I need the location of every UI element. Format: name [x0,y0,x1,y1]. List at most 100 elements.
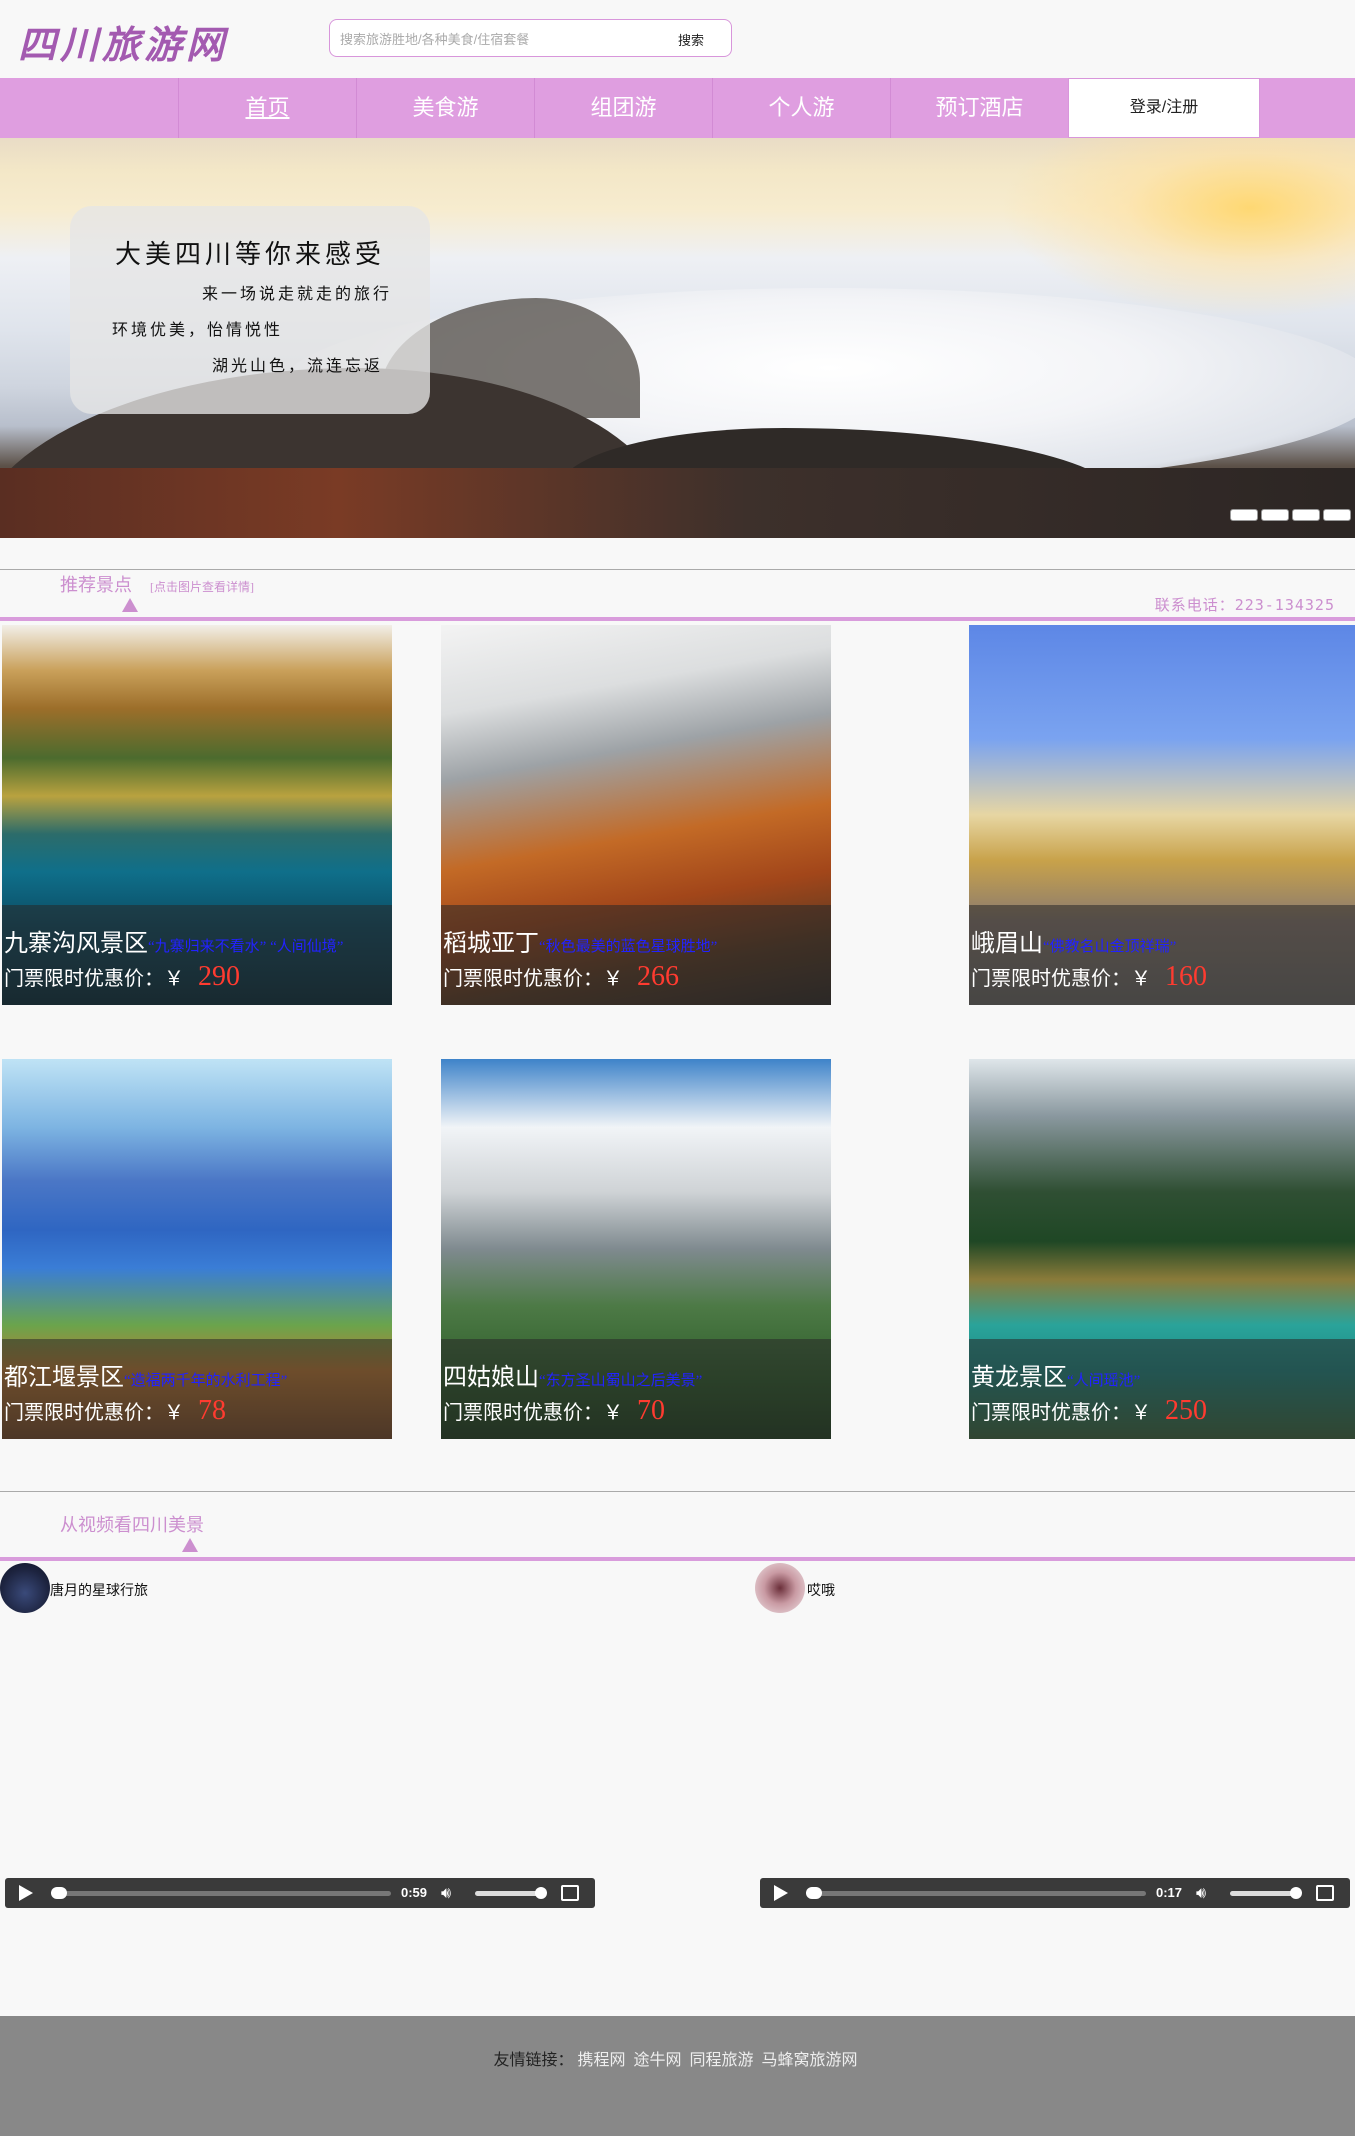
price-label: 门票限时优惠价：￥ [443,968,623,990]
seek-bar[interactable] [806,1891,1146,1896]
avatar[interactable] [755,1563,805,1613]
volume-icon[interactable]: 🔊︎ [441,1885,451,1901]
avatar[interactable] [0,1563,50,1613]
spot-slogan: “九寨归来不看水” “人间仙境” [148,939,344,955]
spot-caption: 九寨沟风景区“九寨归来不看水” “人间仙境” 门票限时优惠价：￥ 290 [2,905,392,1005]
banner-line-1: 来一场说走就走的旅行 [202,284,393,303]
seek-handle[interactable] [51,1887,67,1899]
seek-handle[interactable] [806,1887,822,1899]
link-tuniu[interactable]: 途牛网 [633,2052,681,2069]
price-label: 门票限时优惠价：￥ [4,1402,184,1424]
spot-card-huanglong[interactable]: 黄龙景区“人间瑶池” 门票限时优惠价：￥ 250 [969,1059,1355,1439]
video-header-1: 唐月的星球行旅 [0,1563,400,1613]
volume-icon[interactable]: 🔊︎ [1196,1885,1206,1901]
section-divider [0,1491,1355,1492]
price-label: 门票限时优惠价：￥ [4,968,184,990]
spot-price: 门票限时优惠价：￥ 78 [4,1395,226,1427]
site-logo[interactable]: 四川旅游网 [18,14,228,69]
video-author[interactable]: 唐月的星球行旅 [50,1580,148,1600]
spot-name-text: 都江堰景区 [4,1365,124,1391]
spot-name: 黄龙景区“人间瑶池” [971,1357,1140,1392]
spot-name: 都江堰景区“造福两千年的水利工程” [4,1357,287,1392]
spot-name: 稻城亚丁“秋色最美的蓝色星球胜地” [443,923,717,958]
recommend-title: 推荐景点 [60,575,132,595]
search-button[interactable]: 搜索 [661,28,721,50]
video-time: 0:59 [401,1885,428,1900]
video-player-1: 0:59 🔊︎ [5,1878,595,1908]
page: 四川旅游网 搜索 首页 美食游 组团游 个人游 预订酒店 登录/注册 大美四川等… [0,0,1355,2136]
spot-slogan: “造福两千年的水利工程” [124,1373,288,1389]
slide-dot[interactable] [1261,509,1289,521]
price-label: 门票限时优惠价：￥ [971,968,1151,990]
link-ctrip[interactable]: 携程网 [577,2052,625,2069]
nav-item-food-tour[interactable]: 美食游 [356,78,534,138]
price-value: 160 [1165,961,1207,992]
price-value: 290 [198,961,240,992]
nav-item-hotel[interactable]: 预订酒店 [890,78,1068,138]
login-register-button[interactable]: 登录/注册 [1068,78,1260,138]
volume-handle[interactable] [535,1887,547,1899]
spot-card-jiuzhaigou[interactable]: 九寨沟风景区“九寨归来不看水” “人间仙境” 门票限时优惠价：￥ 290 [2,625,392,1005]
recommend-hint: [点击图片查看详情] [150,580,254,594]
spot-name-text: 黄龙景区 [971,1365,1067,1391]
spot-name-text: 九寨沟风景区 [4,931,148,957]
friend-links: 友情链接： 携程网 途牛网 同程旅游 马蜂窝旅游网 [0,2046,1355,2070]
video-player-2: 0:17 🔊︎ [760,1878,1350,1908]
spot-card-emeishan[interactable]: 峨眉山“佛教名山金顶祥瑞” 门票限时优惠价：￥ 160 [969,625,1355,1005]
video-section-title: 从视频看四川美景 [60,1515,204,1535]
spot-slogan: “秋色最美的蓝色星球胜地” [539,939,718,955]
nav-item-solo-tour[interactable]: 个人游 [712,78,890,138]
spot-name: 九寨沟风景区“九寨归来不看水” “人间仙境” [4,923,343,958]
seek-bar[interactable] [51,1891,391,1896]
slide-dot[interactable] [1230,509,1258,521]
section-divider [0,569,1355,570]
play-icon[interactable] [774,1885,788,1901]
banner-text-box: 大美四川等你来感受 来一场说走就走的旅行 环境优美，怡情悦性 湖光山色，流连忘返 [70,206,430,414]
link-mafengwo[interactable]: 马蜂窝旅游网 [762,2052,858,2069]
spot-slogan: “佛教名山金顶祥瑞” [1043,939,1177,955]
spot-name: 峨眉山“佛教名山金顶祥瑞” [971,923,1176,958]
search-box: 搜索 [329,19,732,57]
spot-card-siguniangshan[interactable]: 四姑娘山“东方圣山蜀山之后美景” 门票限时优惠价：￥ 70 [441,1059,831,1439]
spot-caption: 四姑娘山“东方圣山蜀山之后美景” 门票限时优惠价：￥ 70 [441,1339,831,1439]
banner-foreground [0,468,1355,538]
hero-banner[interactable]: 大美四川等你来感受 来一场说走就走的旅行 环境优美，怡情悦性 湖光山色，流连忘返 [0,138,1355,538]
nav-item-home[interactable]: 首页 [178,78,356,138]
price-value: 250 [1165,1395,1207,1426]
banner-title: 大美四川等你来感受 [114,240,385,270]
friend-links-label: 友情链接： [493,2052,574,2069]
spot-caption: 都江堰景区“造福两千年的水利工程” 门票限时优惠价：￥ 78 [2,1339,392,1439]
section-bar [0,617,1355,621]
search-input[interactable] [340,29,660,49]
spot-slogan: “人间瑶池” [1067,1373,1141,1389]
price-value: 70 [637,1395,665,1426]
slide-indicators [1227,508,1351,526]
spot-price: 门票限时优惠价：￥ 290 [4,961,240,993]
volume-handle[interactable] [1290,1887,1302,1899]
section-bar [0,1557,1355,1561]
footer: 友情链接： 携程网 途牛网 同程旅游 马蜂窝旅游网 [0,2016,1355,2136]
price-value: 266 [637,961,679,992]
video-time: 0:17 [1156,1885,1183,1900]
spot-caption: 黄龙景区“人间瑶池” 门票限时优惠价：￥ 250 [969,1339,1355,1439]
nav-item-group-tour[interactable]: 组团游 [534,78,712,138]
play-icon[interactable] [19,1885,33,1901]
slide-dot[interactable] [1323,509,1351,521]
spot-price: 门票限时优惠价：￥ 160 [971,961,1207,993]
spot-price: 门票限时优惠价：￥ 70 [443,1395,665,1427]
spot-name-text: 四姑娘山 [443,1365,539,1391]
link-ly[interactable]: 同程旅游 [690,2052,754,2069]
spot-caption: 峨眉山“佛教名山金顶祥瑞” 门票限时优惠价：￥ 160 [969,905,1355,1005]
spot-card-daocheng-yading[interactable]: 稻城亚丁“秋色最美的蓝色星球胜地” 门票限时优惠价：￥ 266 [441,625,831,1005]
spot-price: 门票限时优惠价：￥ 250 [971,1395,1207,1427]
video-author[interactable]: 哎哦 [807,1580,835,1600]
fullscreen-icon[interactable] [561,1885,579,1901]
price-value: 78 [198,1395,226,1426]
spot-card-dujiangyan[interactable]: 都江堰景区“造福两千年的水利工程” 门票限时优惠价：￥ 78 [2,1059,392,1439]
fullscreen-icon[interactable] [1316,1885,1334,1901]
spot-name: 四姑娘山“东方圣山蜀山之后美景” [443,1357,702,1392]
main-nav: 首页 美食游 组团游 个人游 预订酒店 登录/注册 [0,78,1355,138]
slide-dot[interactable] [1292,509,1320,521]
banner-line-2: 环境优美，怡情悦性 [112,320,284,339]
spot-name-text: 稻城亚丁 [443,931,539,957]
